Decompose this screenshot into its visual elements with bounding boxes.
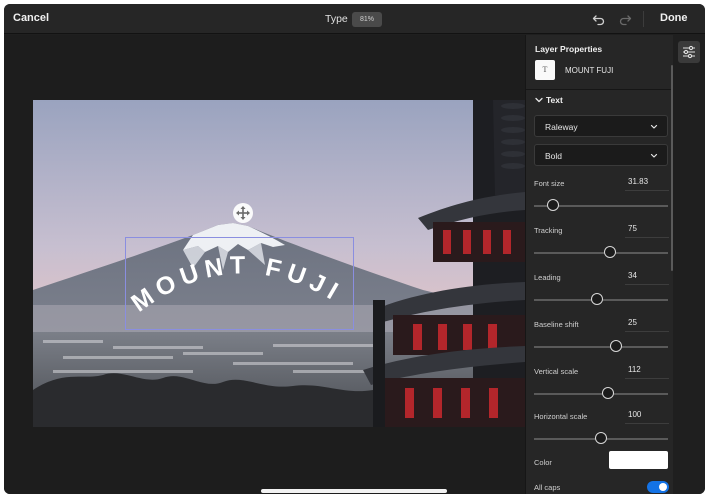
font-size-input[interactable]: 31.83	[625, 177, 669, 191]
font-size-label: Font size	[534, 179, 565, 188]
horizontal-scale-control: Horizontal scale 100	[526, 410, 674, 454]
leading-label: Leading	[534, 273, 561, 282]
leading-control: Leading 34	[526, 271, 674, 315]
all-caps-toggle[interactable]	[647, 481, 669, 493]
mode-title: Type	[325, 13, 348, 25]
done-button[interactable]: Done	[660, 12, 688, 24]
text-layer-thumbnail: T	[535, 60, 555, 80]
tracking-slider-track[interactable]	[534, 252, 668, 254]
undo-icon[interactable]	[592, 12, 606, 26]
baseline-shift-input[interactable]: 25	[625, 318, 669, 332]
layer-name: MOUNT FUJI	[565, 66, 614, 75]
redo-icon[interactable]	[618, 12, 632, 26]
text-selection-box[interactable]	[125, 237, 354, 330]
leading-slider-thumb[interactable]	[590, 293, 603, 305]
panel-body: Text Raleway Bold Font size 31.83 Tracki…	[526, 90, 674, 494]
chevron-down-icon	[650, 153, 658, 158]
vertical-scale-label: Vertical scale	[534, 367, 579, 376]
font-size-slider-thumb[interactable]	[546, 199, 559, 211]
zoom-level-button[interactable]: 81%	[352, 12, 382, 27]
move-icon	[236, 206, 250, 220]
tracking-input[interactable]: 75	[625, 224, 669, 238]
baseline-shift-slider-track[interactable]	[534, 346, 668, 348]
app-window: Cancel Type 81% Done MOUNT FUJI Layer Pr…	[4, 4, 705, 494]
baseline-shift-control: Baseline shift 25	[526, 318, 674, 362]
tracking-label: Tracking	[534, 226, 563, 235]
font-size-control: Font size 31.83	[526, 177, 674, 221]
top-bar: Cancel Type 81% Done	[4, 4, 705, 34]
cancel-button[interactable]: Cancel	[13, 12, 49, 24]
properties-tool-button[interactable]	[678, 41, 700, 63]
chevron-down-icon	[650, 124, 658, 129]
layer-properties-panel: Layer Properties T MOUNT FUJI Text Ralew…	[525, 35, 674, 494]
horizontal-scale-slider-thumb[interactable]	[595, 432, 607, 444]
tracking-slider-thumb[interactable]	[604, 246, 617, 258]
tool-rail	[673, 35, 705, 494]
leading-input[interactable]: 34	[625, 271, 669, 285]
move-handle[interactable]	[233, 203, 253, 223]
toggle-knob	[659, 483, 667, 491]
all-caps-control: All caps	[526, 480, 674, 494]
all-caps-label: All caps	[534, 483, 561, 492]
sliders-icon	[683, 45, 695, 59]
home-indicator[interactable]	[261, 489, 447, 493]
vertical-scale-slider-thumb[interactable]	[601, 387, 614, 399]
text-section-header[interactable]: Text	[534, 94, 664, 108]
color-label: Color	[534, 458, 552, 467]
vertical-scale-input[interactable]: 112	[625, 365, 669, 379]
vertical-scale-control: Vertical scale 112	[526, 365, 674, 409]
tracking-control: Tracking 75	[526, 224, 674, 268]
canvas-area[interactable]: MOUNT FUJI	[4, 35, 525, 494]
photo-mount-fuji[interactable]: MOUNT FUJI	[33, 100, 525, 427]
color-swatch[interactable]	[609, 451, 668, 469]
vertical-scale-slider-track[interactable]	[534, 393, 668, 395]
baseline-shift-label: Baseline shift	[534, 320, 579, 329]
toolbar-divider	[643, 11, 644, 27]
font-weight-value: Bold	[545, 151, 563, 161]
text-section-label: Text	[546, 95, 563, 105]
font-family-value: Raleway	[545, 122, 578, 132]
baseline-shift-slider-thumb[interactable]	[609, 340, 622, 352]
panel-title: Layer Properties	[535, 44, 603, 54]
font-family-select[interactable]: Raleway	[534, 115, 668, 137]
horizontal-scale-input[interactable]: 100	[625, 410, 669, 424]
font-weight-select[interactable]: Bold	[534, 144, 668, 166]
chevron-down-icon	[535, 97, 543, 103]
horizontal-scale-label: Horizontal scale	[534, 412, 588, 421]
color-control: Color	[526, 450, 674, 472]
layer-row[interactable]: T MOUNT FUJI	[535, 60, 665, 82]
